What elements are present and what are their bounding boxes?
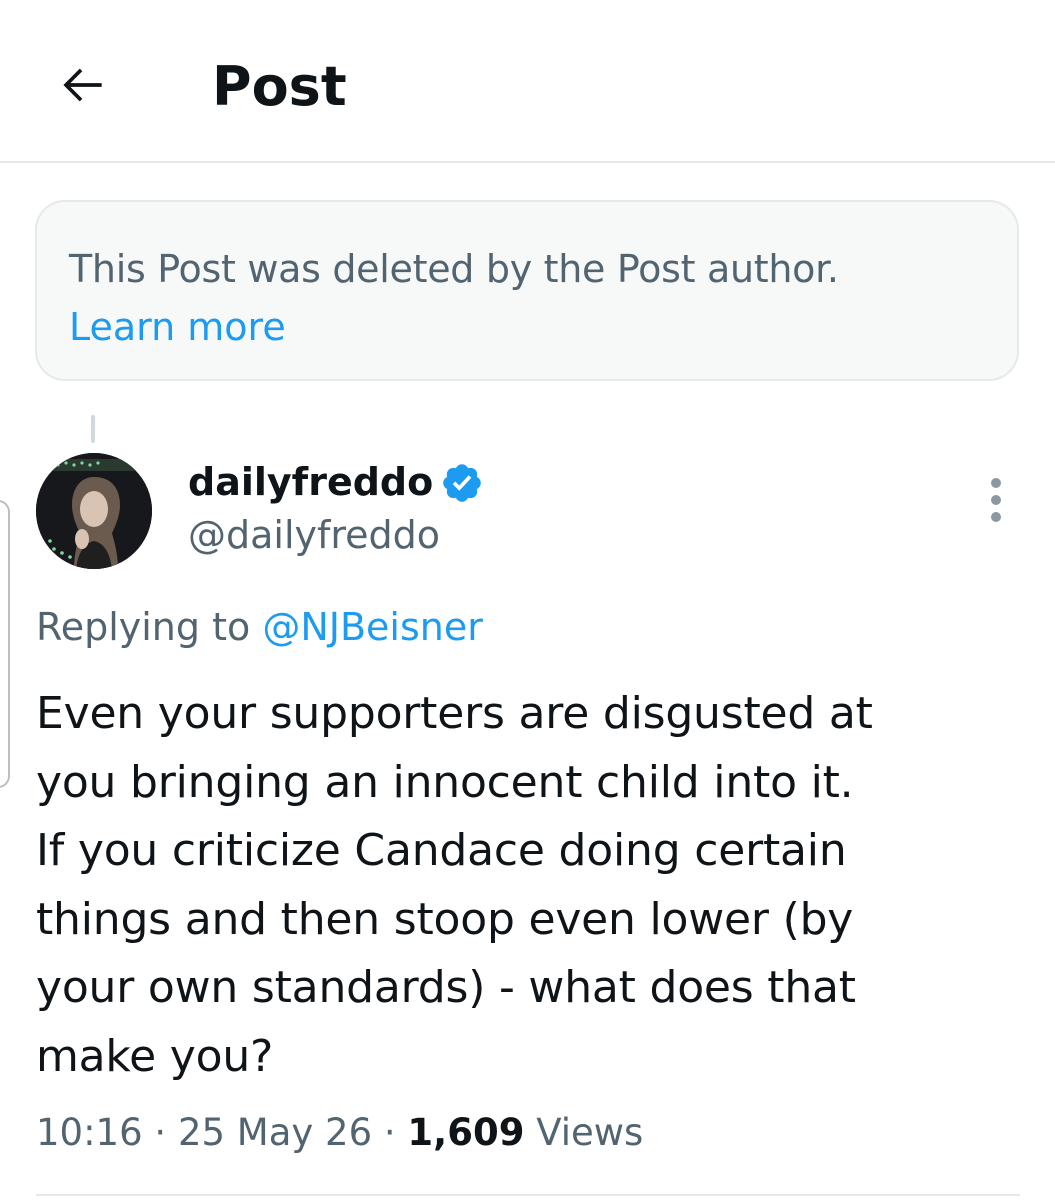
post-date[interactable]: 25 May 26 — [178, 1111, 372, 1154]
author-handle[interactable]: @dailyfreddo — [188, 508, 440, 562]
more-options-button[interactable] — [978, 478, 1014, 522]
deleted-post-message: This Post was deleted by the Post author… — [69, 247, 839, 291]
views-label: Views — [536, 1111, 644, 1154]
meta-separator: · — [154, 1111, 167, 1154]
avatar[interactable] — [36, 453, 152, 569]
post-text: Even your supporters are disgusted at yo… — [36, 688, 873, 1082]
verified-badge-icon — [443, 464, 481, 502]
page-title: Post — [212, 55, 347, 118]
more-dot-icon — [991, 512, 1001, 522]
replying-to-mention[interactable]: @NJBeisner — [262, 605, 483, 649]
thread-connector-line — [91, 415, 95, 443]
learn-more-link[interactable]: Learn more — [69, 298, 985, 356]
author-display-name[interactable]: dailyfreddo — [188, 455, 433, 509]
post-metadata: 10:16 · 25 May 26 · 1,609 Views — [36, 1106, 643, 1160]
deleted-post-notice: This Post was deleted by the Post author… — [35, 200, 1019, 381]
more-dot-icon — [991, 495, 1001, 505]
meta-separator: · — [383, 1111, 396, 1154]
arrow-left-icon — [63, 68, 102, 102]
replying-to-line: Replying to @NJBeisner — [36, 600, 483, 654]
avatar-photo-icon — [36, 453, 152, 569]
replying-to-prefix: Replying to — [36, 605, 263, 649]
back-button[interactable] — [48, 50, 118, 120]
top-app-bar: Post — [0, 0, 1055, 163]
edge-scroll-handle — [0, 500, 10, 788]
more-dot-icon — [991, 478, 1001, 488]
divider — [36, 1194, 1020, 1196]
views-count[interactable]: 1,609 — [407, 1111, 524, 1154]
post-time[interactable]: 10:16 — [36, 1111, 143, 1154]
